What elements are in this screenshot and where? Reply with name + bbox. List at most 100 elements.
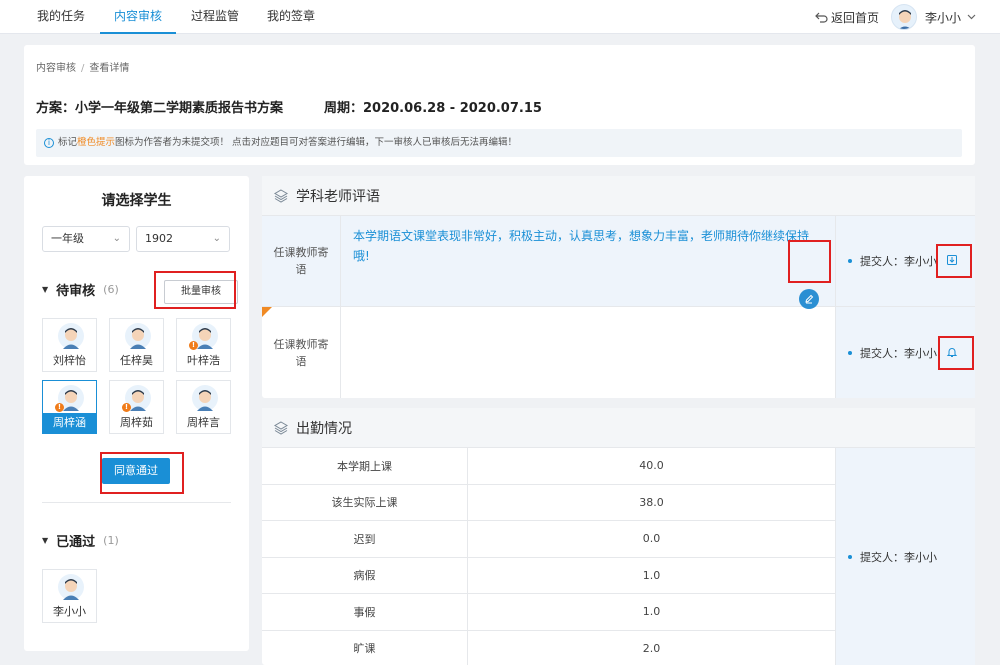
approve-button[interactable]: 同意通过	[102, 458, 170, 484]
notice-prefix: 标记	[58, 137, 78, 148]
student-name: 周梓言	[187, 416, 220, 429]
attendance-label: 迟到	[262, 521, 468, 558]
student-card[interactable]: 刘梓怡	[42, 318, 97, 372]
chevron-down-icon: ⌄	[212, 233, 221, 244]
attendance-value[interactable]: 38.0	[468, 485, 835, 521]
user-avatar[interactable]	[890, 4, 917, 30]
attendance-label: 本学期上课	[262, 448, 468, 485]
notice-highlight: 橙色提示	[77, 137, 116, 148]
batch-review-button[interactable]: 批量审核	[164, 280, 238, 304]
caret-down-icon: ▼	[42, 285, 49, 294]
comment-row[interactable]: 任课教师寄语 提交人：李小小	[262, 307, 975, 398]
layers-icon	[274, 420, 288, 435]
student-card[interactable]: 任梓昊	[109, 318, 164, 372]
chevron-down-icon[interactable]	[967, 14, 976, 20]
attendance-label: 旷课	[262, 630, 468, 665]
comment-row[interactable]: 任课教师寄语 本学期语文课堂表现非常好，积极主动，认真思考，想象力丰富，老师期待…	[262, 216, 975, 309]
student-panel-title: 请选择学生	[101, 193, 172, 209]
warning-icon: !	[189, 341, 198, 350]
notice-banner: i 标记橙色提示图标为作答者为未提交项！ 点击对应题目可对答案进行编辑，下一审核人…	[36, 129, 962, 157]
student-name: 叶梓浩	[187, 354, 220, 367]
passed-label: 已通过	[56, 535, 96, 550]
plan-title: 方案：小学一年级第二学期素质报告书方案	[36, 101, 284, 116]
student-card[interactable]: 李小小	[42, 569, 97, 623]
submitter-label: 提交人：李小小	[860, 550, 937, 564]
divider	[42, 502, 231, 503]
breadcrumb: 内容审核 / 查看详情	[36, 59, 129, 74]
class-select-value: 1902	[145, 232, 173, 245]
breadcrumb-separator: /	[81, 63, 85, 74]
breadcrumb-item-current: 查看详情	[89, 63, 130, 74]
student-name: 任梓昊	[120, 354, 153, 367]
attendance-value[interactable]: 1.0	[468, 594, 835, 631]
comments-panel-header: 学科老师评语	[262, 176, 975, 216]
period-label: 周期：2020.06.28 - 2020.07.15	[324, 101, 542, 116]
pending-label: 待审核	[56, 284, 96, 299]
comment-text[interactable]	[341, 307, 835, 398]
pending-section-toggle[interactable]: ▼ 待审核 (6)	[42, 280, 119, 299]
notice-suffix: 图标为作答者为未提交项！ 点击对应题目可对答案进行编辑，下一审核人已审核后无法再…	[115, 137, 518, 148]
submitter-label: 提交人：李小小	[860, 255, 937, 268]
tab-my-tasks[interactable]: 我的任务	[24, 0, 98, 34]
attendance-value[interactable]: 1.0	[468, 558, 835, 594]
attendance-submitter-cell: 提交人：李小小	[835, 448, 975, 665]
student-card[interactable]: 周梓言	[176, 380, 231, 434]
layers-icon	[274, 188, 288, 203]
attendance-value[interactable]: 40.0	[468, 448, 835, 485]
comment-text[interactable]: 本学期语文课堂表现非常好，积极主动，认真思考，想象力丰富，老师期待你继续保持哦!	[341, 216, 835, 306]
back-home-label: 返回首页	[830, 10, 879, 25]
grade-select[interactable]: 一年级 ⌄	[42, 226, 130, 252]
student-name: 刘梓怡	[53, 354, 86, 367]
tab-process-supervision[interactable]: 过程监管	[178, 0, 252, 34]
student-card[interactable]: ! 周梓茹	[109, 380, 164, 434]
return-icon	[815, 12, 828, 23]
download-icon[interactable]	[946, 254, 958, 266]
student-avatar	[58, 323, 84, 349]
bell-icon[interactable]	[946, 346, 958, 358]
student-avatar	[125, 323, 151, 349]
chevron-down-icon: ⌄	[112, 233, 121, 244]
tab-content-review[interactable]: 内容审核	[100, 0, 176, 34]
nav-right: 返回首页 李小小	[815, 0, 976, 34]
student-avatar	[192, 385, 218, 411]
back-home-link[interactable]: 返回首页	[815, 9, 879, 26]
bullet-dot	[848, 350, 852, 355]
submitter-cell: 提交人：李小小	[835, 307, 975, 398]
student-avatar	[58, 574, 84, 600]
attendance-label: 事假	[262, 594, 468, 631]
attendance-panel: 出勤情况 本学期上课 该生实际上课 迟到 病假 事假 旷课 40.0 38.0 0.0 1.0 1…	[262, 408, 975, 665]
attendance-values: 40.0 38.0 0.0 1.0 1.0 2.0	[468, 448, 835, 665]
attendance-labels: 本学期上课 该生实际上课 迟到 病假 事假 旷课	[262, 448, 468, 665]
pending-count: (6)	[103, 283, 119, 296]
student-name: 李小小	[53, 605, 86, 618]
pencil-icon	[805, 294, 814, 304]
tab-my-signature[interactable]: 我的签章	[254, 0, 328, 34]
grade-select-value: 一年级	[51, 232, 84, 245]
warning-icon: !	[122, 403, 131, 412]
plan-header-card: 内容审核 / 查看详情 方案：小学一年级第二学期素质报告书方案 周期：2020.06…	[24, 45, 975, 165]
breadcrumb-item[interactable]: 内容审核	[36, 63, 76, 74]
attendance-panel-header: 出勤情况	[262, 408, 975, 448]
submitter-cell: 提交人：李小小	[835, 216, 975, 306]
attendance-label: 该生实际上课	[262, 484, 468, 521]
class-select[interactable]: 1902 ⌄	[136, 226, 230, 252]
caret-down-icon: ▼	[42, 536, 49, 545]
attendance-panel-title: 出勤情况	[296, 420, 352, 437]
attendance-value[interactable]: 0.0	[468, 521, 835, 558]
bullet-dot	[848, 259, 852, 263]
user-name[interactable]: 李小小	[925, 9, 961, 26]
passed-count: (1)	[103, 534, 119, 547]
student-card[interactable]: ! 叶梓浩	[176, 318, 231, 372]
attendance-label: 病假	[262, 557, 468, 594]
teacher-comments-panel: 学科老师评语 任课教师寄语 本学期语文课堂表现非常好，积极主动，认真思考，想象力…	[262, 176, 975, 398]
top-nav: 我的任务 内容审核 过程监管 我的签章 返回首页 李小小	[0, 0, 1000, 34]
passed-section-toggle[interactable]: ▼ 已通过 (1)	[42, 531, 119, 550]
bullet-dot	[848, 554, 852, 559]
attendance-value[interactable]: 2.0	[468, 631, 835, 665]
comment-row-label: 任课教师寄语	[262, 307, 341, 398]
student-card[interactable]: ! 周梓涵	[42, 380, 97, 434]
submitter-label: 提交人：李小小	[860, 346, 937, 360]
info-icon: i	[44, 137, 54, 148]
edit-button[interactable]	[799, 289, 819, 309]
student-selector-panel: 请选择学生 一年级 ⌄ 1902 ⌄ ▼ 待审核 (6) 批量审核 同意通过 ▼ 已…	[24, 176, 249, 651]
